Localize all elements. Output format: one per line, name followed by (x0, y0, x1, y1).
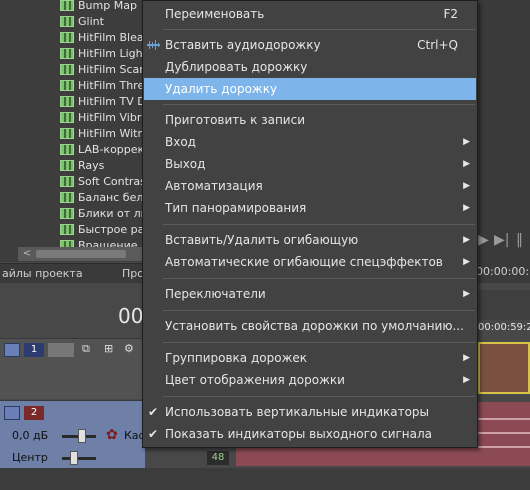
fx-plugin-icon (60, 208, 74, 219)
fx-item[interactable]: Блики от ли (60, 206, 148, 222)
menu-item-use-vertical-meters[interactable]: ✔ Использовать вертикальные индикаторы (144, 401, 476, 423)
fx-plugin-icon (60, 192, 74, 203)
fx-item[interactable]: Glint (60, 14, 104, 30)
pan-slider-knob[interactable] (70, 451, 78, 465)
volume-slider-knob[interactable] (78, 429, 86, 443)
panel-tab-bar: айлы проекта Про (0, 263, 150, 284)
track-expand-icon[interactable] (4, 343, 20, 357)
fx-plugin-icon (60, 48, 74, 59)
fx-plugin-icon (60, 96, 74, 107)
fx-plugin-icon (60, 32, 74, 43)
menu-separator (163, 29, 475, 30)
submenu-arrow-icon: ▶ (463, 289, 470, 299)
fx-plugin-icon (60, 112, 74, 123)
timeline-ruler[interactable] (478, 290, 530, 320)
tab-project-files[interactable]: айлы проекта (2, 267, 83, 280)
submenu-arrow-icon: ▶ (463, 235, 470, 245)
track-expand-icon[interactable] (4, 406, 20, 420)
play-icon[interactable]: ▶ (478, 232, 489, 248)
menu-item-input[interactable]: Вход ▶ (144, 131, 476, 153)
fx-item[interactable]: Rays (60, 158, 104, 174)
timeline-bottom-bar (0, 468, 530, 490)
menu-separator (163, 310, 475, 311)
pan-slider[interactable] (62, 457, 96, 460)
menu-item-switches[interactable]: Переключатели ▶ (144, 283, 476, 305)
checkmark-icon: ✔ (148, 405, 159, 419)
fx-plugin-icon (60, 16, 74, 27)
fx-item[interactable]: HitFilm Witne (60, 126, 150, 142)
play-from-start-icon[interactable]: ▶| (494, 232, 509, 248)
menu-item-track-grouping[interactable]: Группировка дорожек ▶ (144, 347, 476, 369)
scrollbar-thumb[interactable] (36, 250, 126, 258)
fx-item[interactable]: HitFilm TV Da (60, 94, 150, 110)
fx-item[interactable]: Быстрое раз (60, 222, 150, 238)
menu-item-show-output-meters[interactable]: ✔ Показать индикаторы выходного сигнала (144, 423, 476, 445)
fx-plugin-icon (60, 0, 74, 11)
menu-separator (163, 396, 475, 397)
menu-item-panning-type[interactable]: Тип панорамирования ▶ (144, 197, 476, 219)
menu-separator (163, 104, 475, 105)
fx-item[interactable]: Bump Map (60, 0, 137, 14)
submenu-arrow-icon: ▶ (463, 159, 470, 169)
menu-separator (163, 278, 475, 279)
fx-item[interactable]: HitFilm Vibran (60, 110, 150, 126)
audio-track-icon (147, 40, 160, 50)
submenu-arrow-icon: ▶ (463, 375, 470, 385)
menu-item-arm-for-record[interactable]: Приготовить к записи (144, 109, 476, 131)
video-track-header[interactable]: 1 ⧉ ⊞ ⚙ (0, 338, 145, 399)
fx-plugin-icon (60, 160, 74, 171)
fx-item[interactable]: HitFilm Scan L (60, 62, 150, 78)
motion-icon[interactable]: ⊞ (104, 342, 113, 355)
menu-item-auto-fx-envelopes[interactable]: Автоматические огибающие спецэффектов ▶ (144, 251, 476, 273)
menu-item-insert-remove-envelope[interactable]: Вставить/Удалить огибающую ▶ (144, 229, 476, 251)
fx-plugin-icon (60, 176, 74, 187)
fx-plugin-icon (60, 64, 74, 75)
track-number: 2 (24, 406, 44, 420)
menu-item-output[interactable]: Выход ▶ (144, 153, 476, 175)
audio-track-header[interactable]: 2 0,0 дБ Центр ✿ Кас (0, 400, 145, 469)
track-number: 1 (24, 343, 44, 357)
menu-item-rename[interactable]: Переименовать F2 (144, 3, 476, 25)
scroll-left-arrow-icon[interactable]: < (20, 248, 34, 260)
fx-item[interactable]: Soft Contrast (60, 174, 150, 190)
video-clip-thumbnail[interactable] (478, 342, 530, 394)
fx-item[interactable]: HitFilm Bleach (60, 30, 150, 46)
fx-item[interactable]: LAB-коррекц (60, 142, 150, 158)
menu-item-track-display-color[interactable]: Цвет отображения дорожки ▶ (144, 369, 476, 391)
submenu-arrow-icon: ▶ (463, 203, 470, 213)
fx-list-panel: Bump Map Glint HitFilm Bleach HitFilm Li… (0, 0, 150, 262)
fx-item[interactable]: Баланс бело (60, 190, 150, 206)
timeline-timecode: 00 (118, 304, 144, 328)
fx-plugin-icon (60, 144, 74, 155)
pan-label: Центр (12, 451, 48, 464)
volume-label: 0,0 дБ (12, 429, 49, 442)
submenu-arrow-icon: ▶ (463, 181, 470, 191)
menu-item-duplicate-track[interactable]: Дублировать дорожку (144, 56, 476, 78)
track-fx-icon[interactable]: ⚙ (124, 342, 134, 355)
tab-second[interactable]: Про (122, 267, 144, 280)
composite-mode-icon[interactable]: ⧉ (82, 342, 90, 356)
submenu-arrow-icon: ▶ (463, 353, 470, 363)
ruler-timecode: 00:00:59:23 (478, 322, 530, 333)
menu-item-insert-audio-track[interactable]: Вставить аудиодорожку Ctrl+Q (144, 34, 476, 56)
menu-separator (163, 342, 475, 343)
track-fx-gear-icon[interactable]: ✿ (106, 427, 118, 443)
pause-icon[interactable]: ‖ (516, 232, 523, 248)
fx-plugin-icon (60, 224, 74, 235)
track-context-menu: Переименовать F2 Вставить аудиодорожку C… (142, 0, 478, 448)
preview-timecode: 00:00:00: (476, 265, 530, 278)
fx-plugin-icon (60, 128, 74, 139)
fx-item[interactable]: HitFilm Light F (60, 46, 150, 62)
checkmark-icon: ✔ (148, 427, 159, 441)
peak-meter: 48 (207, 451, 229, 465)
menu-item-automation[interactable]: Автоматизация ▶ (144, 175, 476, 197)
fx-item[interactable]: HitFilm Three (60, 78, 150, 94)
track-color-swatch (48, 343, 74, 357)
fx-plugin-icon (60, 80, 74, 91)
menu-separator (163, 224, 475, 225)
submenu-arrow-icon: ▶ (463, 257, 470, 267)
menu-item-set-default-track-properties[interactable]: Установить свойства дорожки по умолчанию… (144, 315, 476, 337)
menu-item-delete-track[interactable]: Удалить дорожку (144, 78, 476, 100)
submenu-arrow-icon: ▶ (463, 137, 470, 147)
